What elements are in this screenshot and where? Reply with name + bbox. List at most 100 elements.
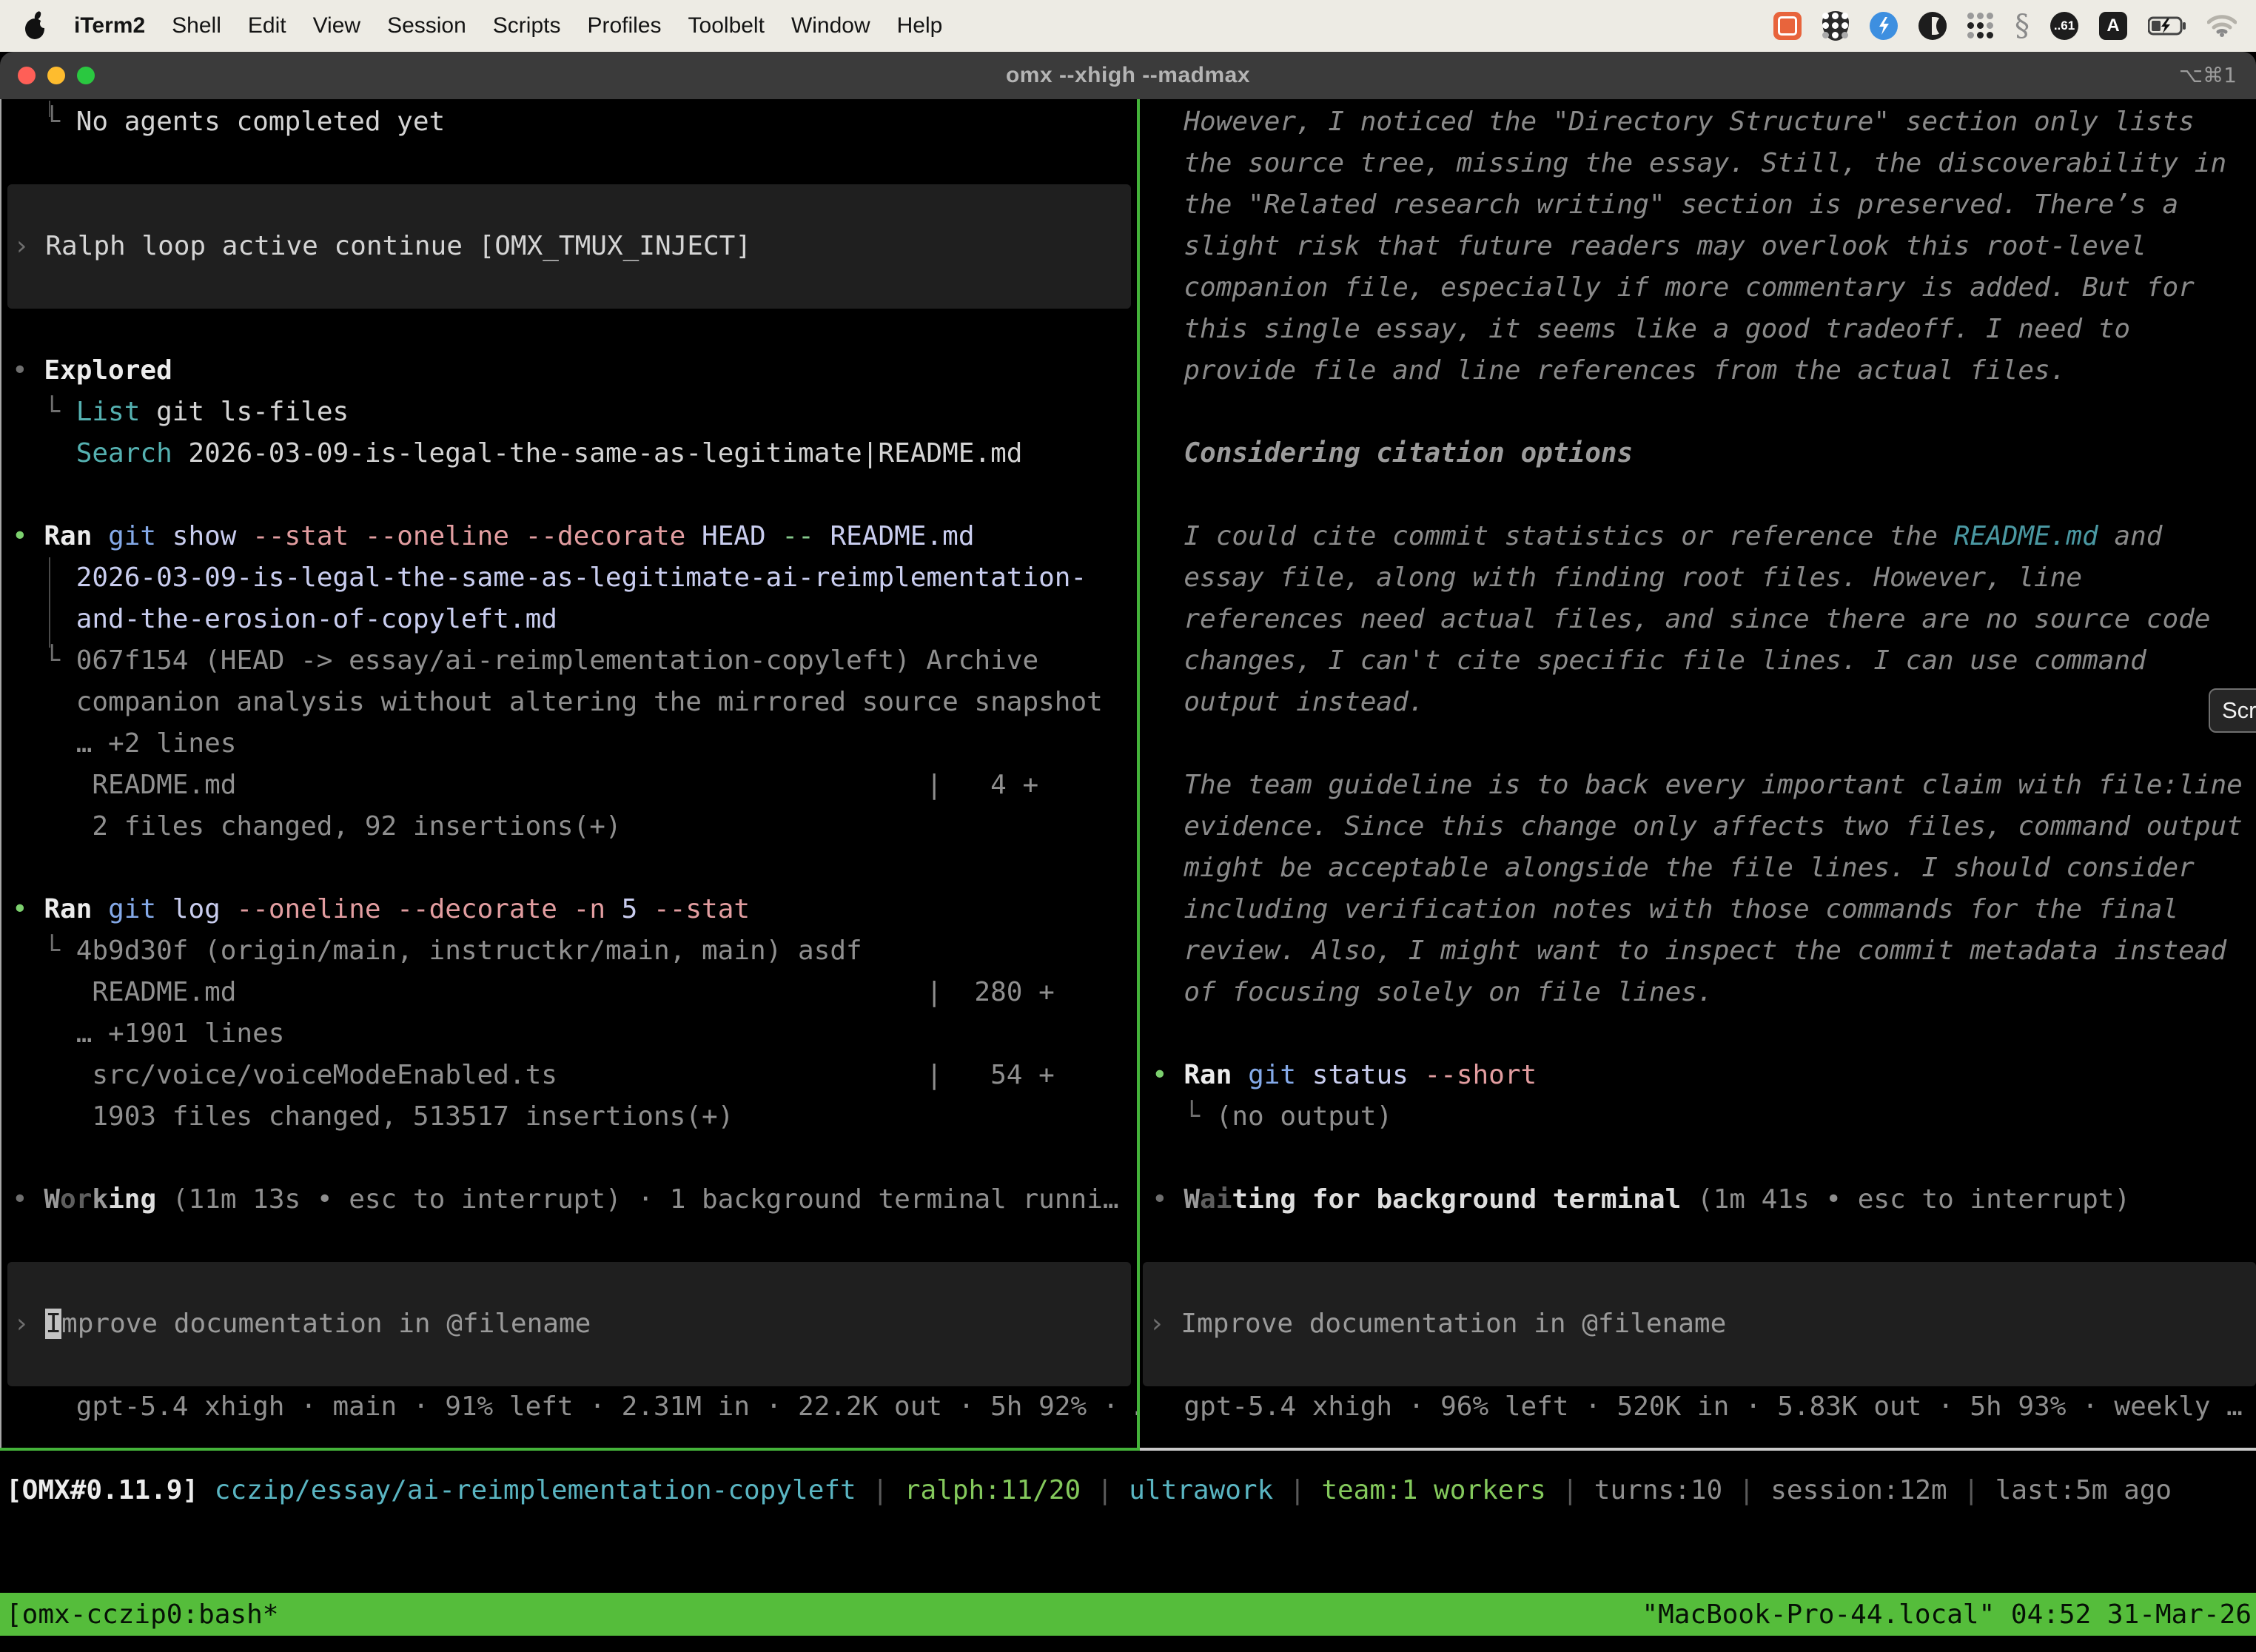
menubar-item-profiles[interactable]: Profiles [587, 13, 661, 38]
dots-grid-icon[interactable] [1967, 13, 1994, 39]
text-segment: output instead. [1152, 687, 1424, 717]
text-segment: 2 files changed, 92 insertions(+) [12, 811, 622, 842]
terminal-pane-left[interactable]: └ No agents completed yet • Explored └ Li… [0, 99, 1137, 1448]
text-segment: (11m 13s • esc to interrupt) · 1 backgro… [156, 1184, 1118, 1215]
input-source-icon[interactable]: A [2099, 12, 2127, 40]
terminal-line: • Ran git log --oneline --decorate -n 5 … [12, 889, 1119, 930]
terminal-line: this single essay, it seems like a good … [1152, 309, 2243, 350]
menubar-item-scripts[interactable]: Scripts [493, 13, 561, 38]
text-segment: Explored [44, 355, 172, 386]
terminal-line [1152, 474, 2243, 516]
text-segment: | [1722, 1475, 1770, 1505]
menubar-items: iTerm2 Shell Edit View Session Scripts Profile… [74, 13, 942, 38]
terminal-line: └ No agents completed yet [12, 101, 1119, 143]
pane-status-line-right: gpt-5.4 xhigh · 96% left · 520K in · 5.8… [1152, 1386, 2243, 1428]
terminal-line: the source tree, missing the essay. Stil… [1152, 143, 2243, 184]
menubar-item-iterm2[interactable]: iTerm2 [74, 13, 145, 38]
pie-chart-icon[interactable] [1918, 12, 1947, 40]
text-segment: the "Related research writing" section i… [1152, 189, 2178, 220]
text-segment: No agents completed yet [76, 107, 446, 137]
terminal-line: • Working (11m 13s • esc to interrupt) ·… [12, 1179, 1119, 1220]
terminal-line [1152, 1138, 2243, 1179]
sync-badge-icon[interactable] [1870, 12, 1898, 40]
terminal-line: └ (no output) [1152, 1096, 2243, 1138]
apple-menu-icon[interactable] [22, 10, 49, 42]
text-segment: git ls-files [140, 397, 349, 427]
pane-divider[interactable] [1137, 99, 1140, 1450]
screen-share-indicator[interactable]: Scre [2209, 688, 2256, 733]
text-segment: README.md | 4 + [12, 770, 1038, 800]
menubar-item-help[interactable]: Help [897, 13, 943, 38]
text-segment: README.md | 280 + [12, 977, 1055, 1007]
text-segment: changes, I can't cite specific file line… [1152, 645, 2146, 676]
prompt-input-right[interactable]: › Improve documentation in @filename [1143, 1262, 2256, 1386]
menubar: iTerm2 Shell Edit View Session Scripts Profile… [0, 0, 2256, 52]
text-segment: README.md [1954, 521, 2098, 551]
terminal-line [12, 847, 1119, 889]
text-segment: › [13, 231, 45, 261]
text-segment: essay file, along with finding root file… [1152, 563, 2082, 593]
menubar-item-session[interactable]: Session [387, 13, 466, 38]
text-segment: └ [12, 936, 76, 966]
menubar-item-window[interactable]: Window [791, 13, 870, 38]
text-segment: log [156, 894, 221, 924]
wifi-icon[interactable] [2207, 15, 2237, 37]
text-segment: and-the-erosion-of-copyleft.md [12, 604, 557, 634]
text-segment: --short [1409, 1060, 1537, 1090]
tmux-host-clock: "MacBook-Pro-44.local" 04:52 31-Mar-26 [1642, 1599, 2256, 1630]
terminal-line: README.md | 4 + [12, 765, 1119, 806]
text-segment: the source tree, missing the essay. Stil… [1152, 148, 2226, 178]
terminal-line: However, I noticed the "Directory Struct… [1152, 101, 2243, 143]
tmux-session-label: [omx-cczip0:bash* [0, 1599, 278, 1630]
text-segment: k [92, 1184, 108, 1215]
window-title: omx --xhigh --madmax [0, 52, 2256, 99]
terminal-line: … +2 lines [12, 723, 1119, 765]
text-segment: 5 [605, 894, 637, 924]
text-segment: … +2 lines [12, 728, 236, 759]
text-segment: • [1152, 1184, 1184, 1215]
terminal-line: • Ran git show --stat --oneline --decora… [12, 516, 1119, 557]
text-segment: Ran [44, 521, 92, 551]
screenshot-icon[interactable] [1773, 12, 1802, 40]
text-segment: turns:10 [1594, 1475, 1722, 1505]
inject-banner-box: › Ralph loop active continue [OMX_TMUX_I… [7, 184, 1131, 309]
terminal-line: might be acceptable alongside the file l… [1152, 847, 2243, 889]
menubar-item-view[interactable]: View [313, 13, 360, 38]
text-segment: 2026-03-09-is-legal-the-same-as-legitima… [12, 563, 1087, 593]
menubar-item-shell[interactable]: Shell [172, 13, 221, 38]
menubar-status-icons: § ..61 A [1773, 9, 2237, 43]
text-segment: -- [766, 521, 814, 551]
text-segment: cczip/essay/ai-reimplementation-copyleft [198, 1475, 856, 1505]
text-segment: • [12, 894, 44, 924]
text-segment: • [12, 521, 44, 551]
text-segment: However, I noticed the "Directory Struct… [1152, 107, 2195, 137]
terminal-line: including verification notes with those … [1152, 889, 2243, 930]
terminal-output: However, I noticed the "Directory Struct… [1152, 101, 2243, 1220]
menubar-item-edit[interactable]: Edit [248, 13, 286, 38]
text-segment: List [76, 397, 141, 427]
shield-icon[interactable] [1822, 11, 1849, 41]
terminal-pane-right[interactable]: However, I noticed the "Directory Struct… [1143, 99, 2256, 1448]
prompt-input-left[interactable]: › Improve documentation in @filename [7, 1262, 1131, 1386]
text-segment: W [44, 1184, 60, 1215]
terminal-line: › Ralph loop active continue [OMX_TMUX_I… [7, 226, 751, 267]
terminal-line: └ 4b9d30f (origin/main, instructkr/main,… [12, 930, 1119, 972]
battery-icon[interactable] [2148, 16, 2186, 36]
percent-badge-icon[interactable]: ..61 [2050, 12, 2078, 40]
text-segment: └ [12, 397, 76, 427]
terminal-line: • Waiting for background terminal (1m 41… [1152, 1179, 2243, 1220]
terminal-line: • Ran git status --short [1152, 1055, 2243, 1096]
text-segment: └ [12, 645, 76, 676]
screen: { "menubar": { "items": [ {"label":"iTer… [0, 0, 2256, 1652]
text-segment: evidence. Since this change only affects… [1152, 811, 2243, 842]
text-segment: | [1273, 1475, 1321, 1505]
terminal-line: references need actual files, and since … [1152, 599, 2243, 640]
terminal-line: 2026-03-09-is-legal-the-same-as-legitima… [12, 557, 1119, 599]
menubar-item-toolbelt[interactable]: Toolbelt [688, 13, 765, 38]
text-segment: last:5m ago [1995, 1475, 2172, 1505]
window-shortcut-badge: ⌥⌘1 [2179, 52, 2237, 99]
terminal-line: Search 2026-03-09-is-legal-the-same-as-l… [12, 433, 1119, 474]
squiggle-icon[interactable]: § [2015, 9, 2030, 43]
text-segment: (1m 41s • esc to interrupt) [1681, 1184, 2130, 1215]
text-segment: git [92, 521, 156, 551]
